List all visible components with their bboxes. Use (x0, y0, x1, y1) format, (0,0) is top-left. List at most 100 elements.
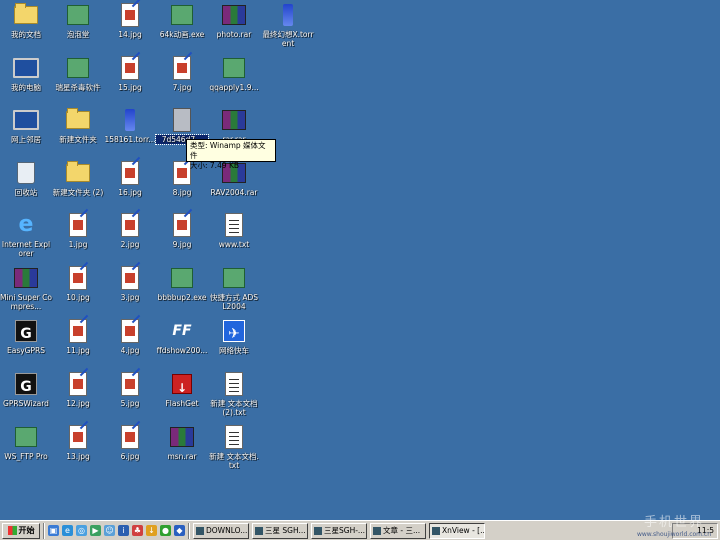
ff-icon: FF (172, 323, 192, 339)
desktop-icon-label: 网络快车 (219, 346, 249, 355)
desktop-icon-label: 5.jpg (120, 399, 140, 408)
taskbar-button[interactable]: XnView - [... (429, 522, 485, 539)
black-icon: G (15, 373, 37, 395)
messenger-icon[interactable]: ☺ (104, 525, 115, 536)
blue-icon: ✈ (223, 320, 245, 342)
desktop-icon-label: 2.jpg (120, 240, 140, 249)
desktop-icon[interactable]: 11.jpg (52, 318, 104, 355)
desktop-icon-label: 新建文件夹 (2) (52, 188, 104, 197)
desktop-icon-label: 14.jpg (118, 30, 142, 39)
torrent-icon (125, 109, 135, 131)
desktop-icon[interactable]: WS_FTP Pro (0, 424, 52, 461)
doc-icon (121, 3, 139, 27)
desktop-icon[interactable]: 9.jpg (156, 212, 208, 249)
doc-icon (69, 266, 87, 290)
exe-icon (15, 427, 37, 447)
desktop-icon[interactable]: 1.jpg (52, 212, 104, 249)
desktop-icon-label: 4.jpg (120, 346, 140, 355)
doc-icon (121, 266, 139, 290)
doc-icon (121, 425, 139, 449)
desktop-icon-label: 7.jpg (172, 83, 192, 92)
red-icon: ↓ (172, 374, 192, 395)
desktop-icon[interactable]: Mini Super Compres... (0, 265, 52, 311)
desktop-icon[interactable]: G GPRSWizard (0, 371, 52, 408)
desktop-icon[interactable]: 新建 文本文档.txt (208, 424, 260, 470)
desktop-icon[interactable]: 16.jpg (104, 160, 156, 197)
desktop-icon[interactable]: 新建文件夹 (2) (52, 160, 104, 197)
desktop-icon-label: 快捷方式 ADSL2004 (209, 293, 259, 311)
task-list: DOWNLO... 三星 SGH... 三星SGH-... 文章 - 三... XnVi… (193, 522, 488, 539)
start-button[interactable]: 开始 (2, 522, 40, 539)
show-desktop-icon[interactable]: ▣ (48, 525, 59, 536)
desktop-icon[interactable]: 瑞星杀毒软件 (52, 55, 104, 92)
system-tray: 11:5 (672, 523, 718, 539)
exe-icon (67, 58, 89, 78)
network-icon[interactable]: ◆ (174, 525, 185, 536)
desktop-icon[interactable]: 回收站 (0, 160, 52, 197)
desktop-icon[interactable]: bbbbup2.exe (156, 265, 208, 302)
desktop-icon[interactable]: 64k动画.exe (156, 2, 208, 39)
desktop-icon[interactable]: 14.jpg (104, 2, 156, 39)
desktop-icon[interactable]: ↓ FlashGet (156, 371, 208, 408)
exe-icon (67, 5, 89, 25)
desktop-icon[interactable]: qqapply1.9... (208, 55, 260, 92)
flashget-icon[interactable]: ↓ (146, 525, 157, 536)
desktop-icon-label: bbbbup2.exe (157, 293, 207, 302)
desktop-icon[interactable]: ✈ 网络快车 (208, 318, 260, 355)
desktop-icon-label: 11.jpg (66, 346, 90, 355)
rar-icon (170, 427, 194, 447)
desktop-icon-label: msn.rar (167, 452, 197, 461)
desktop-icon[interactable]: 新建文件夹 (52, 107, 104, 144)
desktop-icon[interactable]: 12.jpg (52, 371, 104, 408)
desktop-icon[interactable]: msn.rar (156, 424, 208, 461)
desktop-icon-label: Mini Super Compres... (0, 293, 52, 311)
taskbar-separator (188, 522, 190, 539)
desktop-icon[interactable]: G EasyGPRS (0, 318, 52, 355)
desktop-icon-label: 6.jpg (120, 452, 140, 461)
desktop-icon[interactable]: 15.jpg (104, 55, 156, 92)
desktop-icon-label: 我的电脑 (11, 83, 41, 92)
desktop-icon[interactable]: 新建 文本文档 (2).txt (208, 371, 260, 417)
desktop-icon[interactable]: e Internet Explorer (0, 212, 52, 258)
desktop-icon[interactable]: 我的电脑 (0, 55, 52, 92)
ie-icon[interactable]: e (62, 525, 73, 536)
doc-icon (69, 372, 87, 396)
desktop-icon[interactable]: 4.jpg (104, 318, 156, 355)
desktop-icon[interactable]: 158161.torr... (104, 107, 156, 144)
desktop-icon[interactable]: www.txt (208, 212, 260, 249)
desktop-icon-label: www.txt (218, 240, 250, 249)
outlook-icon[interactable]: ◎ (76, 525, 87, 536)
desktop-icon[interactable]: 泡泡堂 (52, 2, 104, 39)
desktop-icon[interactable]: 3.jpg (104, 265, 156, 302)
desktop-icon-label: 最终幻想X.torrent (262, 30, 314, 48)
desktop-icon-label: 新建 文本文档.txt (209, 452, 259, 470)
qq-icon[interactable]: ♣ (132, 525, 143, 536)
taskbar-button[interactable]: 三星SGH-... (311, 522, 367, 539)
info-icon[interactable]: i (118, 525, 129, 536)
desktop-icon[interactable]: 2.jpg (104, 212, 156, 249)
tooltip-size: 大小: 7.49 KB (190, 161, 240, 170)
desktop-icon-label: 10.jpg (66, 293, 90, 302)
media-player-icon[interactable]: ▶ (90, 525, 101, 536)
desktop-icon[interactable]: 5.jpg (104, 371, 156, 408)
desktop-icon[interactable]: 我的文档 (0, 2, 52, 39)
taskbar-button[interactable]: DOWNLO... (193, 522, 249, 539)
desktop-icon[interactable]: 最终幻想X.torrent (262, 2, 314, 48)
player-icon[interactable]: ● (160, 525, 171, 536)
desktop-icon[interactable]: 10.jpg (52, 265, 104, 302)
desktop-icon[interactable]: 快捷方式 ADSL2004 (208, 265, 260, 311)
desktop-icon-label: 新建文件夹 (59, 135, 97, 144)
recycle-icon (17, 162, 35, 184)
desktop-icon[interactable]: 13.jpg (52, 424, 104, 461)
taskbar-button[interactable]: 三星 SGH... (252, 522, 308, 539)
desktop-icon[interactable]: 网上邻居 (0, 107, 52, 144)
start-label: 开始 (18, 526, 35, 535)
desktop-icon[interactable]: photo.rar (208, 2, 260, 39)
taskbar-button[interactable]: 文章 - 三... (370, 522, 426, 539)
desktop-icon-label: 64k动画.exe (159, 30, 205, 39)
desktop-icon[interactable]: 7.jpg (156, 55, 208, 92)
exe-icon (223, 268, 245, 288)
desktop-icon[interactable]: 6.jpg (104, 424, 156, 461)
desktop-icon-label: ffdshow200... (156, 346, 208, 355)
desktop-icon[interactable]: FF ffdshow200... (156, 318, 208, 355)
